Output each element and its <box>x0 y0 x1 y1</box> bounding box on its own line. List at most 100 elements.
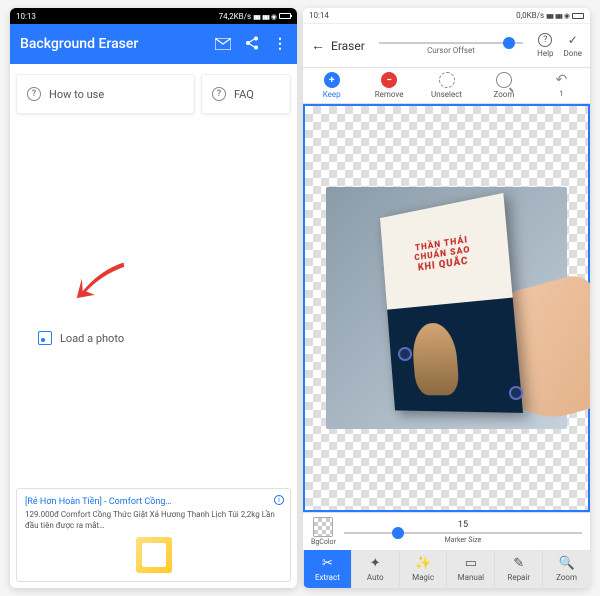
load-photo-label: Load a photo <box>60 332 124 345</box>
tab-repair[interactable]: ✎ Repair <box>494 550 542 588</box>
wifi-icon <box>271 12 277 21</box>
faq-label: FAQ <box>234 88 254 101</box>
undo-label: 1 <box>559 90 563 98</box>
tab-zoom-label: Zoom <box>556 573 577 582</box>
mail-icon[interactable] <box>215 35 231 54</box>
tab-manual-label: Manual <box>458 573 484 582</box>
marker-size-value: 15 <box>458 520 468 530</box>
info-row: ? How to use ? FAQ <box>10 64 297 124</box>
signal-icon <box>555 11 562 20</box>
network-speed: 74,2KB/s <box>219 12 252 21</box>
signal-icon <box>262 12 269 21</box>
zoom-tool[interactable]: Zoom <box>475 72 532 99</box>
app-header: Background Eraser ⋮ <box>10 24 297 64</box>
minus-icon: − <box>381 72 397 88</box>
slider-thumb[interactable] <box>503 37 515 49</box>
tool-row: + Keep − Remove Unselect Zoom ↶ 1 <box>303 68 590 104</box>
editor-title: Eraser <box>331 39 365 53</box>
photo-icon <box>38 331 52 345</box>
done-button[interactable]: ✓ Done <box>564 33 582 58</box>
how-to-use-button[interactable]: ? How to use <box>16 74 195 114</box>
cursor-offset-slider[interactable]: Cursor Offset <box>371 36 531 55</box>
header-actions: ⋮ <box>215 35 287 54</box>
book-cover-text: THẦN THÁI CHUẨN SAO KHI QUẮC <box>380 193 513 310</box>
battery-icon <box>279 13 291 19</box>
eraser-icon: ▭ <box>465 556 477 571</box>
unselect-tool[interactable]: Unselect <box>418 72 475 99</box>
app-title: Background Eraser <box>20 36 138 52</box>
status-icons: 74,2KB/s <box>219 12 291 21</box>
help-label: Help <box>537 49 553 58</box>
bottom-tabs: ✂ Extract ✦ Auto ✨ Magic ▭ Manual ✎ Repa… <box>303 550 590 588</box>
slider-thumb[interactable] <box>392 527 404 539</box>
signal-icon <box>253 12 260 21</box>
marker-size-row: BgColor 15 Marker Size <box>303 513 590 550</box>
scissors-icon: ✂ <box>322 556 333 571</box>
wand-icon: ✦ <box>370 556 381 571</box>
status-icons: 0,0KB/s <box>516 11 584 20</box>
done-label: Done <box>564 49 582 58</box>
wifi-icon <box>564 11 570 20</box>
magnifier-icon: 🔍 <box>558 556 574 571</box>
ad-info-icon[interactable]: i <box>274 495 284 505</box>
tab-zoom[interactable]: 🔍 Zoom <box>542 550 590 588</box>
header-actions: ? Help ✓ Done <box>537 33 582 58</box>
status-bar: 10:13 74,2KB/s <box>10 8 297 24</box>
main-area: Load a photo <box>10 124 297 482</box>
help-icon: ? <box>538 33 552 47</box>
faq-button[interactable]: ? FAQ <box>201 74 291 114</box>
magic-icon: ✨ <box>415 556 431 571</box>
tab-magic[interactable]: ✨ Magic <box>399 550 447 588</box>
annotation-arrow <box>55 238 138 327</box>
canvas-frame: THẦN THÁI CHUẨN SAO KHI QUẮC <box>303 104 590 512</box>
status-time: 10:14 <box>309 11 329 20</box>
battery-icon <box>572 13 584 19</box>
undo-button[interactable]: ↶ 1 <box>533 72 590 99</box>
bgcolor-button[interactable]: BgColor <box>311 517 336 546</box>
phone-left: 10:13 74,2KB/s Background Eraser ⋮ ? How… <box>10 8 297 588</box>
tab-manual[interactable]: ▭ Manual <box>446 550 494 588</box>
tab-magic-label: Magic <box>412 573 434 582</box>
marker-size-label: Marker Size <box>445 536 482 544</box>
keep-tool[interactable]: + Keep <box>303 72 360 99</box>
bgcolor-label: BgColor <box>311 538 336 546</box>
bgcolor-swatch-icon <box>313 517 333 537</box>
tab-repair-label: Repair <box>507 573 530 582</box>
ad-banner[interactable]: i [Rẻ Hơn Hoàn Tiền] - Comfort Cồng… 129… <box>16 488 291 582</box>
editor-header: ← Eraser Cursor Offset ? Help ✓ Done <box>303 24 590 68</box>
remove-label: Remove <box>375 90 404 99</box>
bottom-panel: BgColor 15 Marker Size ✂ Extract ✦ Auto … <box>303 512 590 588</box>
help-icon: ? <box>212 87 226 101</box>
status-bar: 10:14 0,0KB/s <box>303 8 590 24</box>
ad-image <box>136 537 172 573</box>
undo-icon: ↶ <box>555 72 567 88</box>
status-time: 10:13 <box>16 12 36 21</box>
help-icon: ? <box>27 87 41 101</box>
brush-icon: ✎ <box>513 556 524 571</box>
tab-extract[interactable]: ✂ Extract <box>303 550 351 588</box>
plus-icon: + <box>324 72 340 88</box>
help-button[interactable]: ? Help <box>537 33 553 58</box>
ad-description: 129.000đ Comfort Cồng Thức Giặt Xả Hương… <box>25 509 282 531</box>
remove-tool[interactable]: − Remove <box>360 72 417 99</box>
checkerboard-canvas[interactable]: THẦN THÁI CHUẨN SAO KHI QUẮC <box>305 106 588 510</box>
load-photo-button[interactable]: Load a photo <box>38 331 124 345</box>
book-image: THẦN THÁI CHUẨN SAO KHI QUẮC <box>380 193 523 413</box>
edited-photo[interactable]: THẦN THÁI CHUẨN SAO KHI QUẮC <box>326 187 567 429</box>
phone-right: 10:14 0,0KB/s ← Eraser Cursor Offset ? H… <box>303 8 590 588</box>
magnifier-icon <box>496 72 512 88</box>
keep-label: Keep <box>323 90 341 99</box>
network-speed: 0,0KB/s <box>516 11 544 20</box>
book-portrait <box>411 322 460 395</box>
marker-size-slider[interactable]: 15 Marker Size <box>344 520 582 544</box>
tab-auto[interactable]: ✦ Auto <box>351 550 399 588</box>
share-icon[interactable] <box>245 35 259 54</box>
back-button[interactable]: ← <box>311 37 325 54</box>
signal-icon <box>546 11 553 20</box>
unselect-icon <box>439 72 455 88</box>
cursor-offset-label: Cursor Offset <box>427 46 475 55</box>
how-to-use-label: How to use <box>49 88 104 101</box>
tab-auto-label: Auto <box>367 573 384 582</box>
ad-title: [Rẻ Hơn Hoàn Tiền] - Comfort Cồng… <box>25 497 282 507</box>
menu-icon[interactable]: ⋮ <box>273 36 287 52</box>
